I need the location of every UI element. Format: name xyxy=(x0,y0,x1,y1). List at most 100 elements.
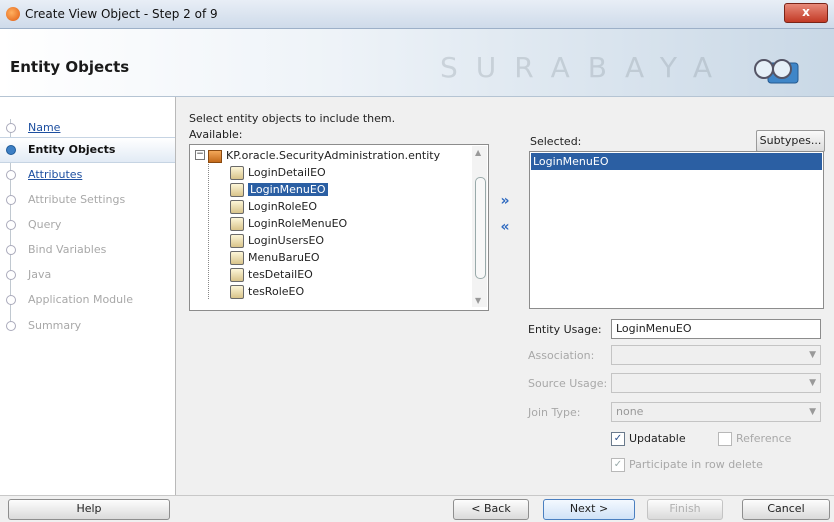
entity-usage-label: Entity Usage: xyxy=(528,323,602,336)
step-attribute-settings: Attribute Settings xyxy=(0,188,175,212)
selected-label: Selected: xyxy=(530,135,582,148)
step-label: Bind Variables xyxy=(28,243,107,256)
step-indicator-icon xyxy=(6,270,16,280)
tree-item-label: LoginRoleEO xyxy=(248,200,317,213)
checkmark-icon: ✓ xyxy=(611,432,625,446)
tree-item-label: MenuBaruEO xyxy=(248,251,320,264)
step-indicator-icon xyxy=(6,321,16,331)
move-right-button[interactable]: » xyxy=(498,194,512,208)
chevron-down-icon: ▼ xyxy=(809,350,816,360)
tree-item[interactable]: LoginUsersEO xyxy=(230,232,324,249)
source-usage-select: ▼ xyxy=(611,373,821,393)
app-icon xyxy=(6,7,20,21)
step-indicator-icon xyxy=(6,170,16,180)
finish-button: Finish xyxy=(647,499,723,520)
tree-item[interactable]: MenuBaruEO xyxy=(230,249,320,266)
step-query: Query xyxy=(0,213,175,237)
window-title: Create View Object - Step 2 of 9 xyxy=(25,7,218,21)
step-java: Java xyxy=(0,263,175,287)
main-panel: Select entity objects to include them. A… xyxy=(176,97,834,495)
tree-item-selected[interactable]: LoginMenuEO xyxy=(230,181,328,198)
step-application-module: Application Module xyxy=(0,288,175,312)
glasses-icon xyxy=(754,59,799,84)
entity-icon xyxy=(230,234,244,248)
next-button[interactable]: Next > xyxy=(543,499,635,520)
step-bind-variables: Bind Variables xyxy=(0,238,175,262)
step-indicator-icon xyxy=(6,245,16,255)
entity-usage-input[interactable]: LoginMenuEO xyxy=(611,319,821,339)
step-indicator-icon xyxy=(6,145,16,155)
page-header: Entity Objects SURABAYA xyxy=(0,29,834,97)
entity-icon xyxy=(230,200,244,214)
list-item[interactable]: LoginMenuEO xyxy=(531,153,822,170)
step-label: Summary xyxy=(28,319,82,332)
tree-item-label: LoginUsersEO xyxy=(248,234,325,247)
close-button[interactable]: x xyxy=(784,3,828,23)
tree-scrollbar[interactable]: ▲ ▼ xyxy=(472,146,487,307)
step-label: Java xyxy=(28,268,52,281)
step-summary: Summary xyxy=(0,314,175,338)
reference-checkbox: Reference xyxy=(718,431,791,447)
step-label: Name xyxy=(28,121,61,134)
tree-root[interactable]: KP.oracle.SecurityAdministration.entity xyxy=(208,147,440,164)
chevron-down-icon: ▼ xyxy=(809,378,816,388)
step-indicator-icon xyxy=(6,123,16,133)
checkbox-empty-icon xyxy=(718,432,732,446)
tree-item-label: LoginMenuEO xyxy=(248,183,328,196)
participate-checkbox: ✓ Participate in row delete xyxy=(611,457,763,473)
tree-root-label: KP.oracle.SecurityAdministration.entity xyxy=(226,149,441,162)
step-label: Entity Objects xyxy=(28,143,116,156)
entity-icon xyxy=(230,285,244,299)
step-indicator-icon xyxy=(6,295,16,305)
tree-item-label: tesRoleEO xyxy=(248,285,305,298)
page-title: Entity Objects xyxy=(10,58,130,76)
scroll-thumb[interactable] xyxy=(475,177,486,279)
step-entity-objects[interactable]: Entity Objects xyxy=(0,137,175,163)
association-label: Association: xyxy=(528,349,595,362)
entity-icon xyxy=(230,268,244,282)
collapse-icon[interactable]: − xyxy=(195,150,205,160)
cancel-button[interactable]: Cancel xyxy=(742,499,830,520)
join-type-select: none ▼ xyxy=(611,402,821,422)
tree-item[interactable]: LoginRoleMenuEO xyxy=(230,215,347,232)
join-type-value: none xyxy=(616,405,644,418)
wizard-steps: Name Entity Objects Attributes Attribute… xyxy=(0,97,176,495)
tree-item-label: LoginDetailEO xyxy=(248,166,326,179)
tree-branch-line xyxy=(208,161,210,299)
entity-icon xyxy=(230,217,244,231)
move-left-button[interactable]: « xyxy=(498,220,512,234)
step-label: Query xyxy=(28,218,62,231)
tree-item[interactable]: tesRoleEO xyxy=(230,283,304,300)
step-label: Application Module xyxy=(28,293,133,306)
association-select: ▼ xyxy=(611,345,821,365)
back-button[interactable]: < Back xyxy=(453,499,529,520)
scroll-down-icon[interactable]: ▼ xyxy=(475,296,481,305)
footer-bar: Help < Back Next > Finish Cancel xyxy=(0,495,834,522)
package-icon xyxy=(208,149,222,163)
entity-icon xyxy=(230,251,244,265)
participate-label: Participate in row delete xyxy=(629,458,763,471)
join-type-label: Join Type: xyxy=(528,406,581,419)
entity-icon xyxy=(230,166,244,180)
step-label: Attribute Settings xyxy=(28,193,126,206)
available-tree[interactable]: − KP.oracle.SecurityAdministration.entit… xyxy=(189,144,489,311)
entity-icon xyxy=(230,183,244,197)
tree-item-label: LoginRoleMenuEO xyxy=(248,217,348,230)
help-button[interactable]: Help xyxy=(8,499,170,520)
subtypes-button[interactable]: Subtypes... xyxy=(756,130,825,152)
selected-list[interactable]: LoginMenuEO xyxy=(529,151,824,309)
step-indicator-icon xyxy=(6,195,16,205)
tree-item[interactable]: tesDetailEO xyxy=(230,266,313,283)
title-bar: Create View Object - Step 2 of 9 x xyxy=(0,0,834,29)
chevron-down-icon: ▼ xyxy=(809,407,816,417)
tree-item[interactable]: LoginDetailEO xyxy=(230,164,326,181)
watermark: SURABAYA xyxy=(440,51,731,84)
tree-item-label: tesDetailEO xyxy=(248,268,313,281)
tree-item[interactable]: LoginRoleEO xyxy=(230,198,317,215)
updatable-label: Updatable xyxy=(629,432,686,445)
checkmark-icon: ✓ xyxy=(611,458,625,472)
step-attributes[interactable]: Attributes xyxy=(0,163,175,187)
updatable-checkbox[interactable]: ✓ Updatable xyxy=(611,431,686,447)
instruction-text: Select entity objects to include them. xyxy=(189,112,396,125)
scroll-up-icon[interactable]: ▲ xyxy=(475,148,481,157)
